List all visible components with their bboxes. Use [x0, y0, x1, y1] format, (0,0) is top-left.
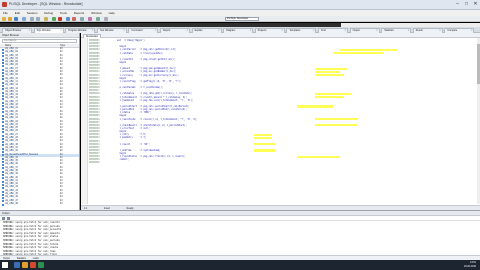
window-tab-label: Command [131, 29, 143, 32]
save-output-icon[interactable] [7, 217, 10, 220]
open-icon[interactable] [8, 17, 12, 21]
window-tab-label: Test Window [99, 29, 114, 32]
undo-icon[interactable] [30, 17, 34, 21]
clear-icon[interactable] [2, 217, 5, 220]
explain-icon[interactable] [80, 17, 84, 21]
find-icon[interactable] [44, 17, 48, 21]
editor-gutter [81, 38, 88, 204]
compile-icon[interactable] [96, 17, 100, 21]
list-item[interactable]: obj_ABC_48 tbl [0, 203, 79, 206]
object-browser-title: Object Browser [0, 33, 79, 38]
session-select[interactable]: PL/SQL Developer [225, 17, 259, 21]
title-bar: PL/SQL Developer - [SQL Window - Recalcu… [0, 0, 480, 10]
window-title: PL/SQL Developer - [SQL Window - Recalcu… [9, 2, 83, 6]
window-tab-label: Result [415, 29, 423, 32]
taskbar-plsql-icon[interactable] [30, 262, 36, 268]
window-tab-label: Program Window [68, 29, 87, 32]
object-browser: Object Browser Find objects Name Type ob… [0, 33, 80, 210]
window-tab-label: Report [163, 29, 171, 32]
system-tray: 13:51 20.02.2016 [464, 261, 476, 269]
commit-icon[interactable] [66, 17, 70, 21]
object-search-input[interactable]: Find objects [2, 39, 77, 43]
debug-icon[interactable] [88, 17, 92, 21]
minimize-button[interactable]: – [453, 1, 462, 8]
taskbar-app-icon[interactable] [14, 262, 20, 268]
taskbar-folder-icon[interactable] [22, 262, 28, 268]
stop-icon[interactable] [58, 17, 62, 21]
window-tab-label: SQL Window [36, 29, 51, 32]
window-tab-label: Templates [289, 29, 301, 32]
table-icon [2, 203, 4, 206]
output-pane: Output SENDING: using pre-fetch for calc… [0, 210, 480, 260]
rollback-icon[interactable] [72, 17, 76, 21]
save-icon[interactable] [14, 17, 18, 21]
start-button[interactable] [2, 262, 8, 268]
window-tab-label: Explain [194, 29, 203, 32]
line-number: 00000040 [89, 161, 100, 165]
editor-header: Recalculate [81, 33, 480, 38]
output-lines: SENDING: using pre-fetch for calc_result… [0, 221, 480, 257]
taskbar-app2-icon[interactable] [38, 262, 44, 268]
app-icon [2, 2, 7, 7]
code-area[interactable]: 00000001 set := Dmsg('Begin') 00000002 0000… [89, 39, 477, 204]
maximize-button[interactable]: □ [462, 1, 471, 8]
options-icon[interactable] [104, 17, 108, 21]
window-tab-label: Projects [257, 29, 267, 32]
tray-date: 20.02.2016 [464, 265, 476, 268]
taskbar: 13:51 20.02.2016 [0, 260, 480, 270]
object-type: tbl [60, 202, 63, 205]
new-icon[interactable] [2, 17, 6, 21]
window-tab-label: Diagram [226, 29, 236, 32]
sql-editor: Recalculate 00000001 set := Dmsg('Begin')… [81, 33, 480, 210]
print-icon[interactable] [22, 17, 26, 21]
window-tab-label: Output [352, 29, 360, 32]
close-button[interactable]: ✕ [471, 1, 480, 8]
object-name: obj_ABC_48 [5, 202, 18, 205]
window-tab-label: Find [321, 29, 326, 32]
window-tab-label: Statistics [384, 29, 394, 32]
toolbar: PL/SQL Developer [0, 16, 480, 22]
object-list: obj_ABC_01 tbl obj_ABC_02 tbl obj_ABC_03 tbl o… [0, 48, 79, 206]
window-tab-label: Compare [447, 29, 458, 32]
code-line: 00000040 [89, 161, 477, 164]
execute-icon[interactable] [52, 17, 56, 21]
redo-icon[interactable] [36, 17, 40, 21]
window-tab-label: Object Browser [5, 29, 22, 32]
output-toolbar [0, 216, 480, 221]
